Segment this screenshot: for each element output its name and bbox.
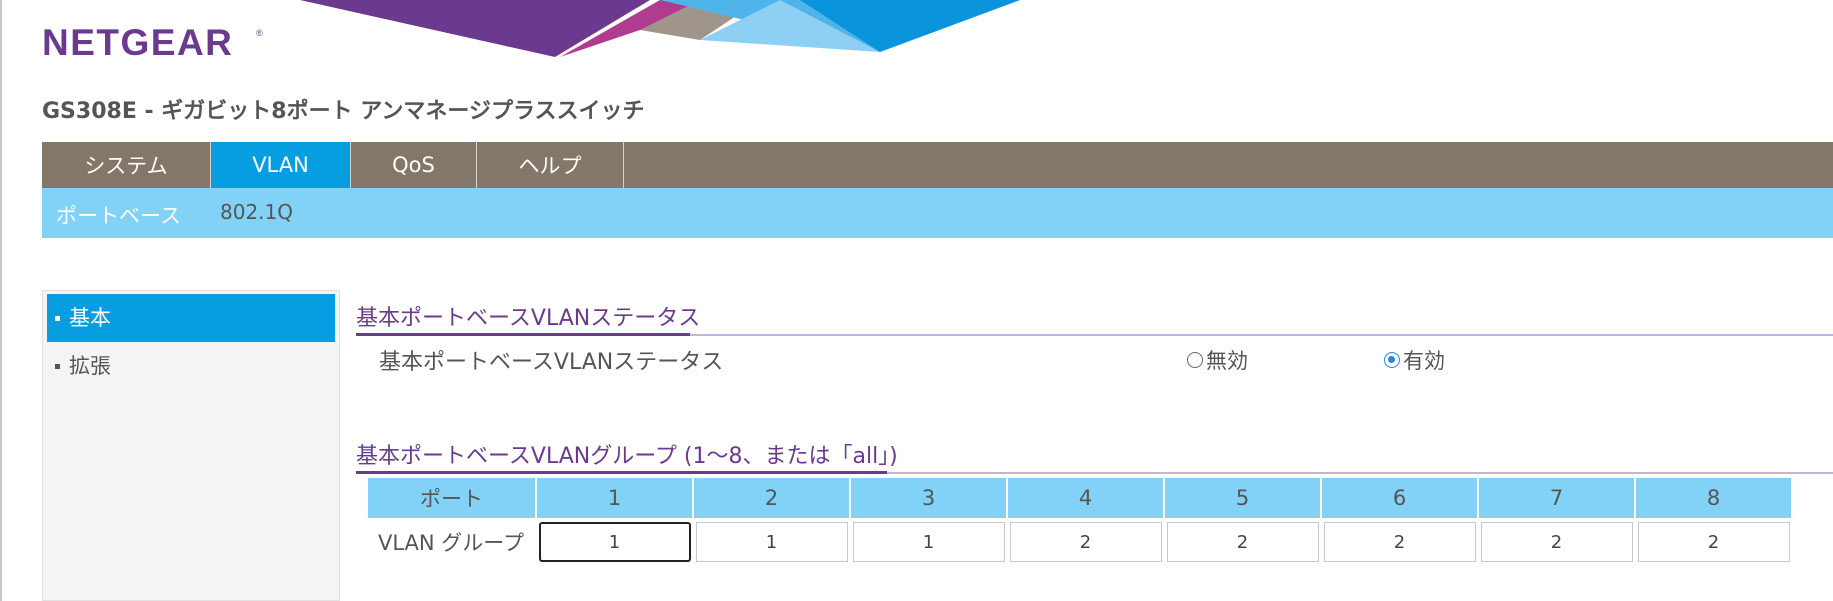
port-header-2: 2: [693, 478, 851, 518]
table-row: VLAN グループ: [368, 518, 1792, 564]
vlan-group-input-port-2[interactable]: [695, 522, 848, 562]
tab-help[interactable]: ヘルプ: [477, 142, 624, 188]
vlan-status-label: 基本ポートベースVLANステータス: [379, 350, 724, 375]
radio-disabled-label: 無効: [1206, 349, 1248, 373]
radio-enabled-option[interactable]: 有効: [1384, 345, 1445, 375]
port-header-3: 3: [850, 478, 1008, 518]
port-header-7: 7: [1478, 478, 1636, 518]
vlan-group-input-port-5[interactable]: [1166, 522, 1319, 562]
port-header-1: 1: [536, 478, 694, 518]
netgear-logo: NETGEAR: [42, 22, 234, 63]
vlan-group-row-label: VLAN グループ: [378, 531, 525, 555]
port-header-4: 4: [1007, 478, 1165, 518]
radio-button-disabled[interactable]: [1187, 352, 1203, 368]
window-left-border: [0, 0, 2, 601]
bullet-icon: [55, 316, 60, 321]
vlan-group-input-port-7[interactable]: [1480, 522, 1633, 562]
side-menu-item-basic[interactable]: 基本: [47, 294, 335, 342]
radio-disabled-option[interactable]: 無効: [1187, 345, 1248, 375]
vlan-group-table: ポート 1 2 3 4 5 6 7 8 VLAN グループ: [368, 478, 1793, 564]
top-nav-bar: システム VLAN QoS ヘルプ: [42, 142, 1833, 188]
vlan-group-input-port-3[interactable]: [852, 522, 1005, 562]
port-header-5: 5: [1164, 478, 1322, 518]
product-title: GS308E - ギガビット8ポート アンマネージプラススイッチ: [42, 99, 645, 124]
sub-nav-bar: ポートベース 802.1Q: [42, 188, 1833, 238]
header-banner-graphic: [300, 0, 1020, 57]
status-section-title-underline: [356, 333, 690, 336]
status-section-title: 基本ポートベースVLANステータス: [356, 306, 701, 331]
vlan-group-input-port-8[interactable]: [1637, 522, 1790, 562]
side-menu-label: 拡張: [69, 354, 111, 378]
side-menu-item-advanced[interactable]: 拡張: [43, 342, 339, 390]
side-menu-label: 基本: [69, 306, 111, 330]
tab-vlan[interactable]: VLAN: [211, 142, 351, 188]
radio-enabled-label: 有効: [1403, 349, 1445, 373]
bullet-icon: [55, 364, 60, 369]
vlan-group-input-port-6[interactable]: [1323, 522, 1476, 562]
port-header-6: 6: [1321, 478, 1479, 518]
port-header: ポート: [368, 478, 537, 518]
radio-button-enabled[interactable]: [1384, 352, 1400, 368]
port-header-8: 8: [1635, 478, 1793, 518]
table-header-row: ポート 1 2 3 4 5 6 7 8: [368, 478, 1793, 518]
group-section-title: 基本ポートベースVLANグループ (1〜8、または「all」): [356, 444, 898, 469]
subtab-port-based[interactable]: ポートベース: [56, 200, 181, 230]
subtab-8021q[interactable]: 802.1Q: [220, 200, 293, 224]
tab-qos[interactable]: QoS: [351, 142, 477, 188]
vlan-group-input-port-1[interactable]: [538, 522, 691, 562]
registered-mark: ®: [256, 28, 263, 38]
vlan-group-input-port-4[interactable]: [1009, 522, 1162, 562]
tab-system[interactable]: システム: [42, 142, 211, 188]
side-menu: 基本 拡張: [42, 290, 340, 601]
group-section-title-underline: [356, 471, 887, 474]
